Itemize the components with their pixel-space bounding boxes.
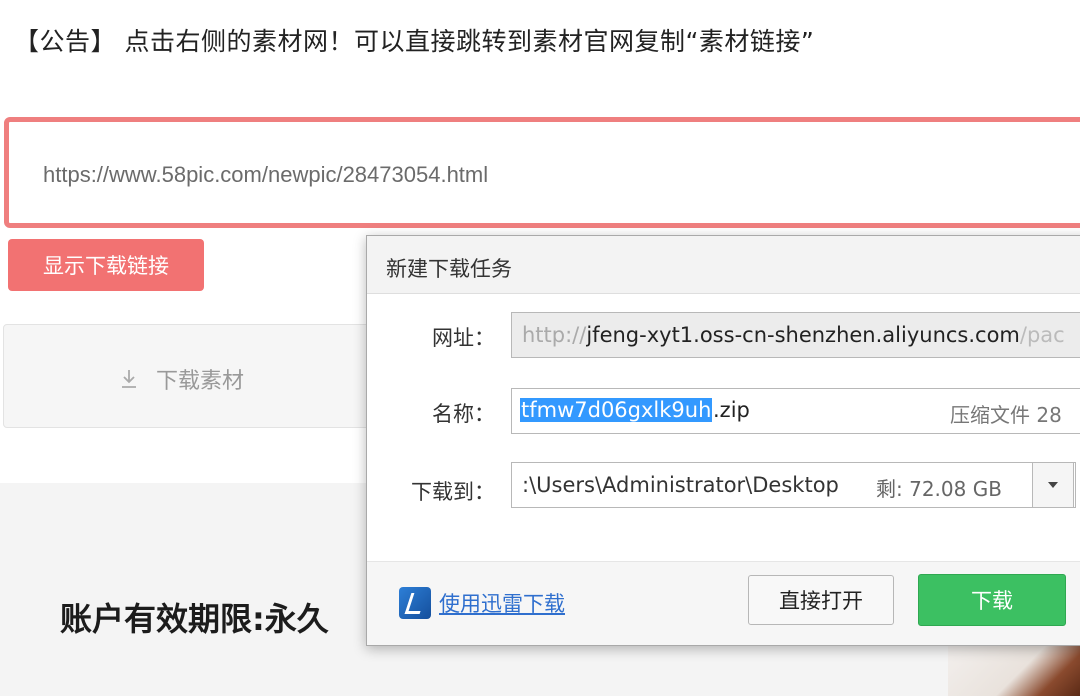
- material-url-value[interactable]: https://www.58pic.com/newpic/28473054.ht…: [43, 162, 488, 188]
- save-to-label: 下载到：: [411, 480, 495, 504]
- download-panel: 下载素材: [3, 324, 403, 428]
- url-host: jfeng-xyt1.oss-cn-shenzhen.aliyuncs.com: [586, 323, 1020, 347]
- dialog-header[interactable]: 新建下载任务: [367, 236, 1080, 294]
- thunder-icon: [399, 587, 431, 619]
- url-label: 网址：: [432, 326, 495, 350]
- use-thunder-link[interactable]: 使用迅雷下载: [399, 587, 565, 619]
- chevron-down-icon: [1048, 482, 1058, 488]
- url-protocol: http://: [522, 323, 587, 347]
- url-value[interactable]: http://jfeng-xyt1.oss-cn-shenzhen.aliyun…: [522, 323, 1065, 347]
- filename-input[interactable]: tfmw7d06gxlk9uh .zip 压缩文件 28: [511, 388, 1080, 434]
- download-material-button[interactable]: 下载素材: [120, 363, 244, 395]
- filename-selected-text[interactable]: tfmw7d06gxlk9uh: [520, 398, 713, 422]
- account-validity-text: 账户有效期限:永久: [60, 600, 329, 638]
- save-path-dropdown-button[interactable]: [1032, 462, 1074, 508]
- free-space-text: 剩: 72.08 GB: [876, 477, 1002, 501]
- material-url-input[interactable]: https://www.58pic.com/newpic/28473054.ht…: [4, 117, 1080, 228]
- file-type-size: 压缩文件 28: [950, 403, 1062, 427]
- show-download-link-button[interactable]: 显示下载链接: [8, 239, 204, 291]
- download-arrow-icon: [122, 370, 136, 388]
- new-download-task-dialog: 新建下载任务 网址： http://jfeng-xyt1.oss-cn-shen…: [366, 235, 1080, 646]
- open-directly-button[interactable]: 直接打开: [748, 575, 894, 625]
- name-label: 名称：: [432, 402, 495, 426]
- download-button[interactable]: 下载: [918, 574, 1066, 626]
- dialog-title: 新建下载任务: [386, 257, 512, 281]
- filename-extension[interactable]: .zip: [713, 398, 750, 422]
- save-path-value[interactable]: :\Users\Administrator\Desktop: [522, 473, 839, 497]
- save-path-input[interactable]: :\Users\Administrator\Desktop 剩: 72.08 G…: [511, 462, 1076, 508]
- thunder-link-label: 使用迅雷下载: [439, 592, 565, 616]
- download-material-label: 下载素材: [156, 369, 245, 394]
- url-tail: /pac: [1019, 323, 1065, 347]
- decorative-image: [948, 640, 1080, 696]
- announcement-text: 【公告】 点击右侧的素材网！可以直接跳转到素材官网复制“素材链接”: [14, 27, 815, 56]
- url-field[interactable]: http://jfeng-xyt1.oss-cn-shenzhen.aliyun…: [511, 312, 1080, 358]
